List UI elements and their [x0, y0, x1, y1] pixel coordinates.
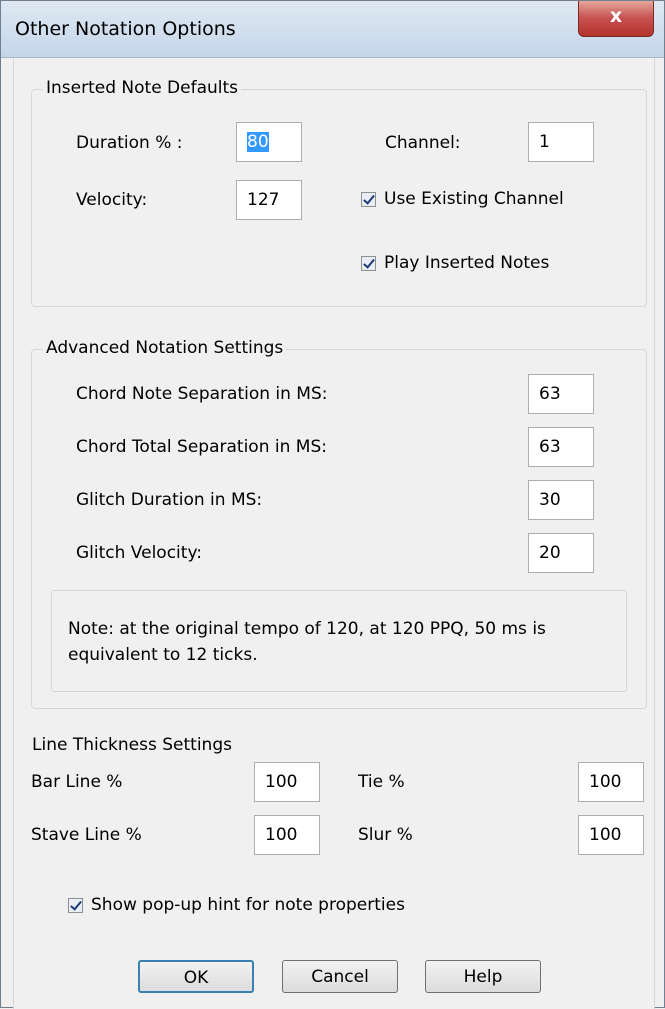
velocity-label: Velocity: [76, 190, 148, 210]
duration-input[interactable]: 80 [236, 122, 302, 162]
tempo-note-text: Note: at the original tempo of 120, at 1… [68, 619, 546, 665]
chord-note-separation-input[interactable]: 63 [528, 374, 594, 414]
slur-value: 100 [589, 825, 622, 845]
stave-line-value: 100 [265, 825, 298, 845]
line-thickness-title: Line Thickness Settings [29, 735, 235, 755]
chord-total-separation-label: Chord Total Separation in MS: [76, 437, 327, 457]
help-button[interactable]: Help [425, 960, 541, 993]
glitch-duration-value: 30 [539, 490, 561, 510]
duration-value: 80 [247, 132, 269, 152]
slur-input[interactable]: 100 [578, 815, 644, 855]
chord-note-separation-value: 63 [539, 384, 561, 404]
glitch-velocity-value: 20 [539, 543, 561, 563]
play-inserted-notes-label[interactable]: Play Inserted Notes [384, 253, 549, 273]
channel-input[interactable]: 1 [528, 122, 594, 162]
cancel-button[interactable]: Cancel [282, 960, 398, 993]
duration-label: Duration % : [76, 133, 183, 153]
slur-label: Slur % [358, 825, 413, 845]
chord-total-separation-input[interactable]: 63 [528, 427, 594, 467]
popup-hint-label[interactable]: Show pop-up hint for note properties [91, 895, 405, 915]
close-icon: x [609, 5, 623, 27]
velocity-input[interactable]: 127 [236, 180, 302, 220]
velocity-value: 127 [247, 190, 280, 210]
glitch-velocity-label: Glitch Velocity: [76, 543, 202, 563]
use-existing-channel-checkbox[interactable] [361, 192, 376, 207]
bar-line-input[interactable]: 100 [254, 762, 320, 802]
tie-label: Tie % [358, 772, 405, 792]
title-bar[interactable]: Other Notation Options x [1, 1, 664, 58]
channel-value: 1 [539, 132, 550, 152]
window-title: Other Notation Options [15, 18, 236, 40]
inserted-note-defaults-title: Inserted Note Defaults [43, 78, 242, 98]
chord-note-separation-label: Chord Note Separation in MS: [76, 384, 328, 404]
chord-total-separation-value: 63 [539, 437, 561, 457]
stave-line-label: Stave Line % [31, 825, 142, 845]
dialog-window: Other Notation Options x Inserted Note D… [0, 0, 665, 1009]
stave-line-input[interactable]: 100 [254, 815, 320, 855]
channel-label: Channel: [385, 133, 461, 153]
popup-hint-checkbox[interactable] [68, 898, 83, 913]
play-inserted-notes-checkbox[interactable] [361, 256, 376, 271]
bar-line-label: Bar Line % [31, 772, 123, 792]
glitch-velocity-input[interactable]: 20 [528, 533, 594, 573]
advanced-notation-title: Advanced Notation Settings [43, 338, 287, 358]
bar-line-value: 100 [265, 772, 298, 792]
close-button[interactable]: x [578, 1, 654, 37]
tie-input[interactable]: 100 [578, 762, 644, 802]
glitch-duration-input[interactable]: 30 [528, 480, 594, 520]
tie-value: 100 [589, 772, 622, 792]
glitch-duration-label: Glitch Duration in MS: [76, 490, 263, 510]
ok-button[interactable]: OK [138, 960, 254, 993]
use-existing-channel-label[interactable]: Use Existing Channel [384, 189, 564, 209]
